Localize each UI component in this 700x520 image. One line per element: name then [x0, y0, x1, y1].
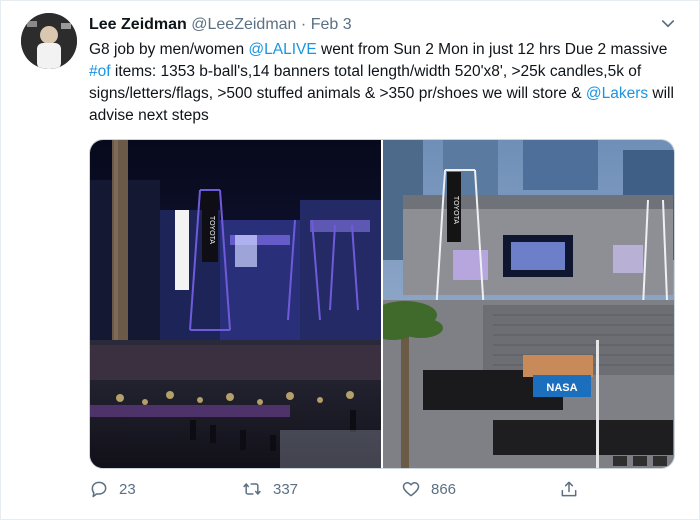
mention-lakers[interactable]: @Lakers — [586, 85, 648, 102]
reply-button[interactable]: 23 — [89, 479, 136, 499]
chevron-down-icon[interactable] — [659, 15, 677, 33]
night-plaza-photo: TOYOTA — [90, 140, 381, 468]
reply-count: 23 — [119, 480, 136, 498]
retweet-icon — [243, 483, 261, 495]
tweet-text: G8 job by men/women @LALIVE went from Su… — [89, 39, 674, 127]
crate-text: NASA — [546, 382, 577, 394]
like-count: 866 — [431, 480, 457, 498]
left-banner-text: TOYOTA — [208, 216, 215, 244]
hashtag-of[interactable]: #of — [89, 63, 111, 80]
tweet-text-segment: went from Sun 2 Mon in just 12 hrs Due 2… — [316, 41, 668, 58]
avatar-image — [21, 13, 77, 69]
share-icon — [561, 481, 577, 497]
retweet-button[interactable]: 337 — [241, 479, 298, 499]
right-banner-text: TOYOTA — [452, 196, 459, 224]
action-bar: 23 337 866 — [89, 479, 609, 505]
separator: · — [300, 16, 307, 33]
mention-lalive[interactable]: @LALIVE — [248, 41, 316, 58]
retweet-count: 337 — [273, 480, 299, 498]
day-plaza-photo: TOYOTA NASA — [383, 140, 674, 468]
avatar[interactable] — [21, 13, 77, 69]
like-icon — [402, 482, 420, 497]
media-grid: TOYOTA TOYOTA NASA — [89, 139, 675, 469]
tweet-date[interactable]: Feb 3 — [311, 16, 352, 33]
tweet-card[interactable]: Lee Zeidman @LeeZeidman · Feb 3 G8 job b… — [0, 0, 700, 520]
photo-right[interactable]: TOYOTA NASA — [383, 140, 674, 468]
share-button[interactable] — [559, 479, 579, 499]
tweet-header: Lee Zeidman @LeeZeidman · Feb 3 — [89, 15, 352, 35]
tweet-text-segment: items: 1353 b-ball's,14 banners total le… — [89, 63, 642, 102]
author-handle[interactable]: @LeeZeidman — [191, 16, 296, 33]
photo-left[interactable]: TOYOTA — [90, 140, 381, 468]
tweet-text-segment: G8 job by men/women — [89, 41, 249, 58]
reply-icon — [91, 481, 107, 498]
like-button[interactable]: 866 — [401, 479, 456, 499]
author-name[interactable]: Lee Zeidman — [89, 16, 187, 33]
